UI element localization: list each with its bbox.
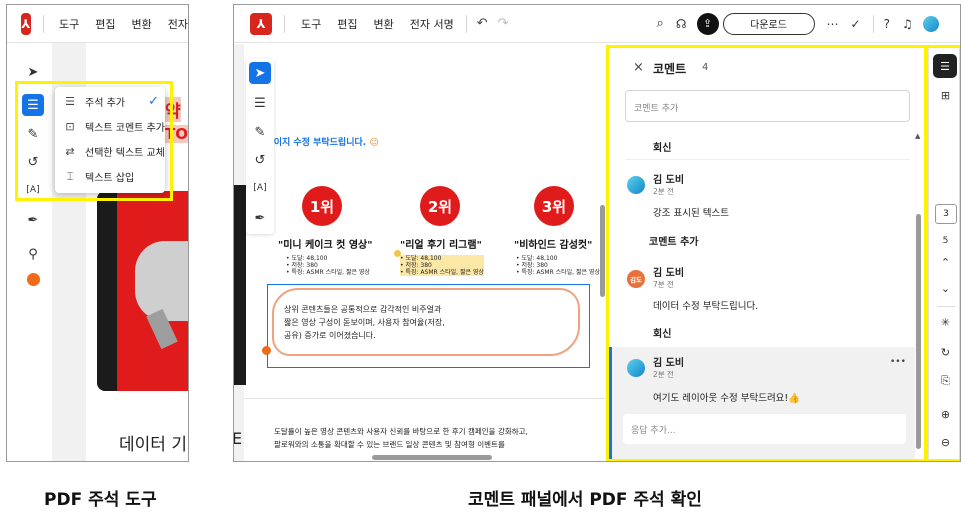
redo-icon[interactable]: ↷ (498, 16, 509, 31)
bottom-text: 도달률이 높은 영상 콘텐츠와 사용자 신뢰를 바탕으로 한 후기 캠페인을 강… (274, 425, 528, 451)
rank-stats-1: • 도달: 48,100 • 저장: 380 • 특징: ASMR 스타일, 짧… (286, 255, 370, 276)
download-button[interactable]: 다운로드 (722, 12, 815, 35)
menu-edit[interactable]: 편집 (337, 16, 357, 32)
menu-esign[interactable]: 전자 서명 (410, 16, 454, 32)
help-icon[interactable]: ? (884, 17, 890, 31)
rank-title-3: "비하인드 감성컷" (514, 240, 593, 251)
megaphone-image (115, 191, 188, 391)
stamp-tool-icon[interactable]: ✒ (249, 207, 271, 229)
acrobat-logo-icon[interactable]: ⅄ (250, 12, 272, 35)
left-edge-char: E (233, 429, 243, 448)
rank-badge-2: 2위 (420, 186, 460, 226)
headphones-icon[interactable]: ☊ (676, 17, 687, 31)
highlight-marker-dot[interactable] (394, 250, 401, 257)
horizontal-scrollbar[interactable] (372, 455, 492, 460)
stat-line: • 특징: ASMR 스타일, 짧은 영상 (286, 269, 370, 276)
stat-line: • 저장: 380 (286, 262, 318, 269)
phone-edge (97, 191, 117, 391)
rank-title-2: "리얼 후기 리그램" (400, 240, 482, 251)
caption-right: 코멘트 패널에서 PDF 주석 확인 (468, 490, 702, 510)
color-picker-dot[interactable] (27, 273, 40, 286)
stat-line: • 저장: 380 (400, 262, 432, 269)
rank-stats-3: • 도달: 48,100 • 저장: 380 • 특징: ASMR 스타일, 짧… (516, 255, 600, 276)
left-screenshot: ⅄ 도구 편집 변환 전자 약 TO 데이터 기 ➤ ☰ ✎ ↺ [A] ✒ ⚲… (6, 4, 189, 462)
highlight-box-rail (924, 45, 960, 461)
stamp-tool-icon[interactable]: ✒ (22, 209, 44, 231)
right-screenshot: ⅄ 도구 편집 변환 전자 서명 ↶ ↷ ⌕ ☊ ⇪ 다운로드 ⋯ ✓ ? ♫ … (233, 4, 961, 462)
menu-tools[interactable]: 도구 (301, 16, 321, 32)
paragraph-text: 상위 콘텐츠들은 공통적으로 감각적인 비주얼과 짧은 영상 구성이 돋보이며,… (284, 303, 445, 342)
stat-line: • 도달: 48,100 (400, 255, 442, 262)
stat-line: • 저장: 380 (516, 262, 548, 269)
menu-esign[interactable]: 전자 (168, 16, 188, 32)
paragraph-line: 상위 콘텐츠들은 공통적으로 감각적인 비주얼과 (284, 305, 442, 314)
left-topbar: ⅄ 도구 편집 변환 전자 (7, 5, 188, 43)
highlight-box-left (15, 81, 173, 201)
menu-convert[interactable]: 변환 (374, 16, 394, 32)
comment-tool-icon[interactable]: ☰ (249, 92, 271, 114)
divider (465, 14, 467, 33)
share-upload-icon[interactable]: ⇪ (696, 12, 719, 35)
bottom-line: 팔로워와의 소통을 확대할 수 있는 브랜드 일상 콘텐츠 및 참여형 이벤트를 (274, 440, 505, 449)
select-arrow-icon[interactable]: ➤ (22, 61, 44, 83)
user-avatar[interactable] (922, 15, 939, 32)
paragraph-line: 공유) 증가로 이어졌습니다. (284, 331, 376, 340)
rank-badge-3: 3위 (534, 186, 574, 226)
smile-emoji-icon: ☺ (369, 138, 379, 148)
text-box-tool-icon[interactable]: [A] (249, 177, 271, 199)
select-arrow-icon[interactable]: ➤ (249, 62, 271, 84)
more-options-icon[interactable]: ⋯ (827, 17, 839, 31)
stat-line: • 특징: ASMR 스타일, 짧은 영상 (400, 269, 484, 276)
divider (284, 14, 285, 33)
highlight-box-panel (606, 45, 928, 461)
stat-line: • 특징: ASMR 스타일, 짧은 영상 (516, 269, 600, 276)
divider (872, 14, 874, 33)
menu-tools[interactable]: 도구 (59, 16, 79, 32)
right-topbar: ⅄ 도구 편집 변환 전자 서명 ↶ ↷ ⌕ ☊ ⇪ 다운로드 ⋯ ✓ ? ♫ (234, 5, 960, 43)
search-icon[interactable]: ⌕ (657, 16, 664, 31)
rank-badge-1: 1위 (302, 186, 342, 226)
pin-tool-icon[interactable]: ⚲ (22, 243, 44, 265)
acrobat-logo-icon[interactable]: ⅄ (21, 12, 31, 35)
draw-tool-icon[interactable]: ↺ (249, 149, 271, 171)
bottom-line: 도달률이 높은 영상 콘텐츠와 사용자 신뢰를 바탕으로 한 후기 캠페인을 강… (274, 427, 528, 436)
vertical-scrollbar[interactable] (600, 205, 605, 297)
paragraph-line: 짧은 영상 구성이 돋보이며, 사용자 참여율(저장, (284, 318, 445, 327)
rank-stats-2: • 도달: 48,100 • 저장: 380 • 특징: ASMR 스타일, 짧… (400, 255, 484, 276)
checkmark-circle-icon[interactable]: ✓ (851, 17, 861, 31)
page-divider (244, 398, 606, 399)
notification-bell-icon[interactable]: ♫ (902, 17, 913, 31)
undo-icon[interactable]: ↶ (477, 16, 488, 31)
pen-tool-icon[interactable]: ✎ (249, 121, 271, 143)
menu-convert[interactable]: 변환 (132, 16, 152, 32)
rank-title-1: "미니 케이크 컷 영상" (278, 240, 373, 251)
annotation-marker-icon[interactable] (262, 346, 271, 355)
phone-fragment (234, 185, 246, 385)
stat-line: • 도달: 48,100 (516, 255, 558, 262)
document-page (244, 44, 606, 461)
menu-edit[interactable]: 편집 (95, 16, 115, 32)
doc-heading-partial: 데이터 기 (119, 435, 187, 455)
caption-left: PDF 주석 도구 (44, 490, 157, 510)
stat-line: • 도달: 48,100 (286, 255, 328, 262)
right-tool-column: ➤ ☰ ✎ ↺ [A] ✒ (246, 59, 274, 234)
